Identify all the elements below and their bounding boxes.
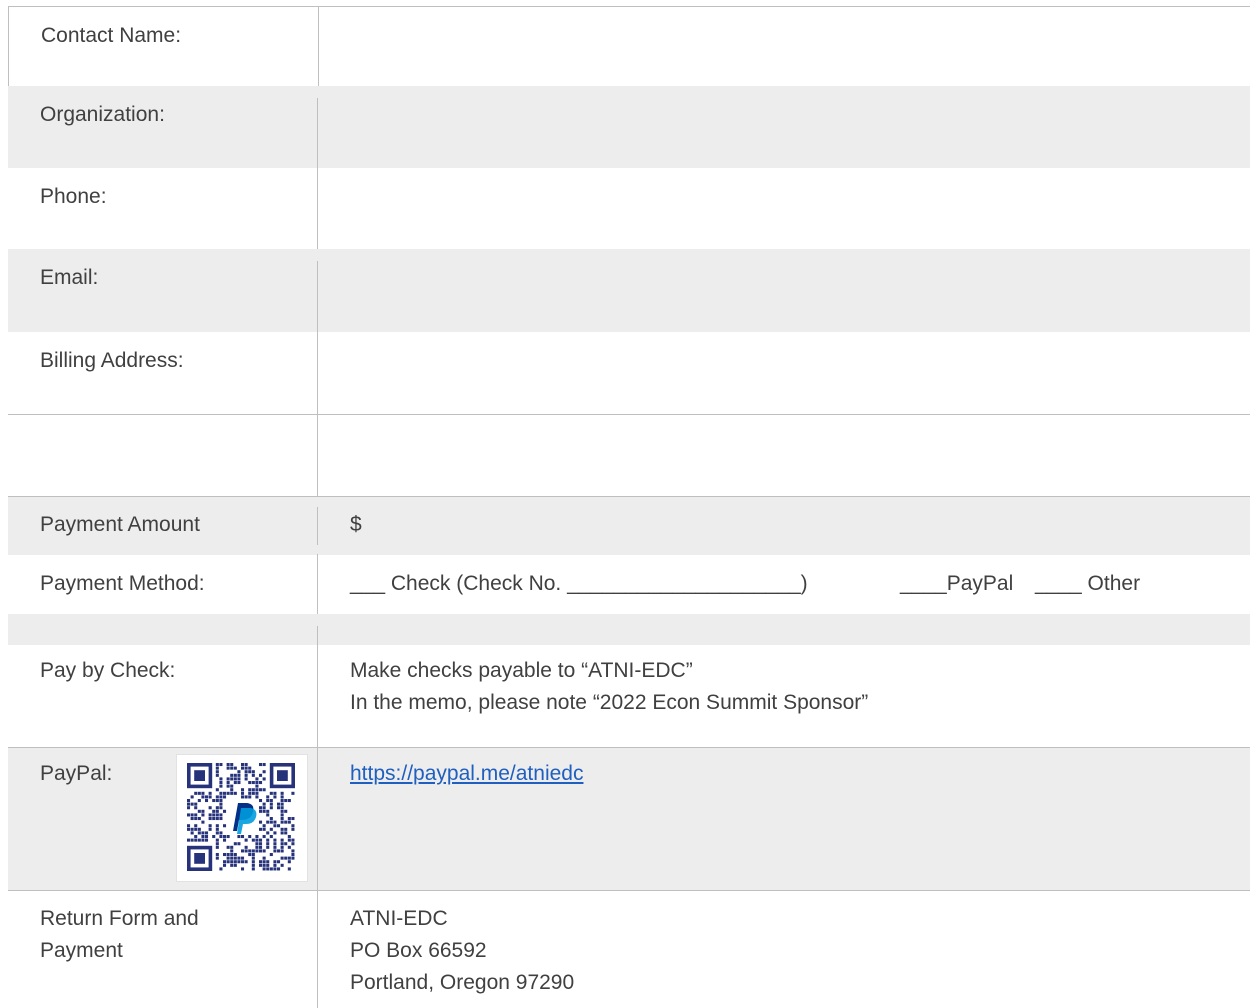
contact-name-field[interactable]: [319, 7, 1250, 87]
column-divider: [317, 645, 318, 747]
column-divider: [317, 891, 318, 1008]
payment-amount-value[interactable]: $: [350, 509, 362, 541]
billing-address-row: Billing Address:: [8, 332, 1250, 414]
contact-name-label: Contact Name:: [41, 24, 182, 47]
billing-address-row-2: [8, 414, 1250, 497]
pay-by-check-line-2: In the memo, please note “2022 Econ Summ…: [350, 691, 869, 714]
organization-row: Organization:: [8, 86, 1250, 168]
pay-by-check-line-1: Make checks payable to “ATNI-EDC”: [350, 659, 693, 682]
billing-address-label: Billing Address:: [40, 349, 184, 372]
paypal-row: PayPal: https://paypal.me/atniedc: [8, 747, 1250, 891]
phone-field[interactable]: [318, 168, 1250, 249]
column-divider: [317, 554, 318, 614]
return-form-label: Return Form and Payment: [40, 907, 199, 962]
email-row: Email:: [8, 249, 1250, 332]
spacer-row: [8, 614, 1250, 645]
pay-by-check-label: Pay by Check:: [40, 659, 176, 682]
payment-method-check-option[interactable]: ___ Check (Check No. ___________________…: [350, 568, 808, 600]
column-divider: [317, 626, 318, 645]
payment-amount-label: Payment Amount: [40, 513, 200, 536]
pay-by-check-row: Pay by Check: Make checks payable to “AT…: [8, 645, 1250, 747]
return-address: ATNI-EDC PO Box 66592 Portland, Oregon 9…: [350, 907, 575, 994]
organization-label: Organization:: [40, 103, 165, 126]
payment-method-label: Payment Method:: [40, 572, 205, 595]
return-form-row: Return Form and Payment ATNI-EDC PO Box …: [8, 890, 1250, 1008]
phone-row: Phone:: [8, 168, 1250, 249]
email-field[interactable]: [318, 249, 1250, 332]
billing-address-field-2[interactable]: [318, 415, 1250, 497]
payment-method-paypal-option[interactable]: ____PayPal: [900, 568, 1013, 600]
column-divider: [317, 507, 318, 545]
payment-method-other-option[interactable]: ____ Other: [1035, 568, 1140, 600]
paypal-link[interactable]: https://paypal.me/atniedc: [350, 758, 583, 790]
payment-method-row: Payment Method: ___ Check (Check No. ___…: [8, 554, 1250, 614]
sponsor-payment-form: Contact Name: Organization: Phone: Email…: [8, 6, 1250, 1008]
billing-address-field[interactable]: [318, 332, 1250, 414]
paypal-label: PayPal:: [40, 762, 113, 785]
column-divider: [317, 748, 318, 891]
phone-label: Phone:: [40, 185, 107, 208]
email-label: Email:: [40, 266, 99, 289]
payment-amount-row: Payment Amount $: [8, 496, 1250, 555]
contact-name-row: Contact Name:: [8, 6, 1250, 87]
paypal-qr-code-icon: [176, 754, 308, 882]
organization-field[interactable]: [318, 86, 1250, 168]
